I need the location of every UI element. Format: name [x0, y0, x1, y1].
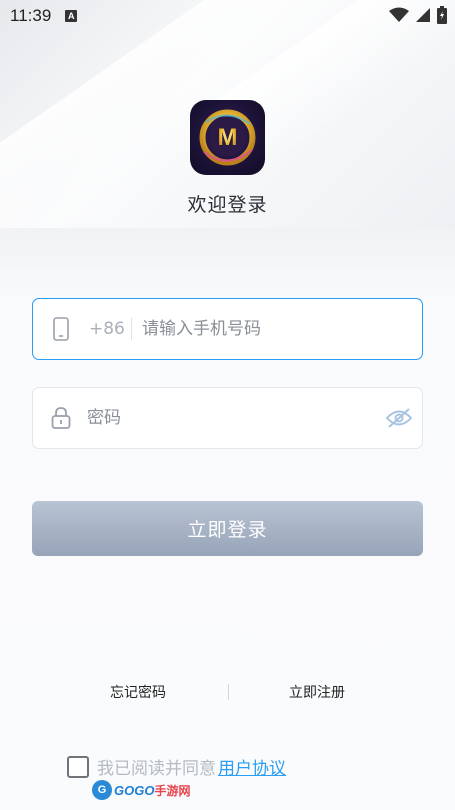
password-input[interactable] [87, 408, 376, 428]
notification-icon: A [65, 10, 78, 22]
register-link[interactable]: 立即注册 [289, 682, 345, 702]
watermark: G GOGO 手游网 [92, 780, 190, 800]
auth-links: 忘记密码 立即注册 [0, 682, 455, 704]
user-agreement-link[interactable]: 用户协议 [218, 754, 286, 779]
logo-letter: M [218, 124, 238, 151]
status-time: 11:39 [10, 6, 52, 25]
agreement-row: 我已阅读并同意 用户协议 [67, 754, 286, 779]
app-logo: M [190, 100, 265, 175]
login-button[interactable]: 立即登录 [32, 501, 423, 556]
wifi-icon [389, 7, 409, 28]
links-divider [228, 684, 229, 700]
field-divider [131, 318, 132, 340]
password-field[interactable] [32, 387, 423, 449]
phone-input[interactable] [142, 319, 422, 339]
phone-field[interactable]: +86 [32, 298, 423, 360]
battery-icon [437, 6, 447, 29]
country-code[interactable]: +86 [89, 319, 129, 339]
eye-off-icon[interactable] [376, 408, 422, 428]
watermark-cn: 手游网 [154, 783, 191, 798]
signal-icon [415, 7, 431, 28]
lock-icon [33, 406, 89, 430]
watermark-brand: GOGO [114, 782, 155, 798]
forgot-password-link[interactable]: 忘记密码 [110, 682, 166, 702]
status-bar: 11:39 A [0, 0, 455, 32]
status-icons [389, 6, 447, 29]
agreement-checkbox[interactable] [67, 755, 89, 778]
agreement-text: 我已阅读并同意 [97, 759, 216, 779]
phone-icon [33, 317, 89, 341]
welcome-title: 欢迎登录 [187, 194, 268, 216]
watermark-logo: G [92, 780, 112, 800]
